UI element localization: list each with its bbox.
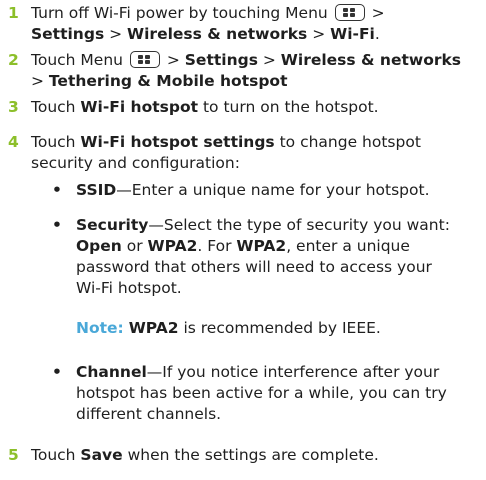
security-wpa2: WPA2 <box>147 237 198 255</box>
bullet-line: password that others will need to access… <box>76 258 432 276</box>
step-4-text: Touch <box>31 133 81 151</box>
step-2-text: Touch Menu <box>31 51 123 69</box>
step-3-text-end: to turn on the hotspot. <box>198 98 379 116</box>
bullet-text: or <box>121 237 148 255</box>
separator: > <box>161 51 185 69</box>
bullet-text: , enter a unique <box>286 237 410 255</box>
bullet-line: hotspot has been active for a while, you… <box>76 384 447 402</box>
note: Note: WPA2 is recommended by IEEE. <box>76 318 476 339</box>
note-label: Note: <box>76 319 124 337</box>
menu-path-settings: Settings <box>31 25 105 43</box>
bullet-dot: • <box>52 363 62 381</box>
step-3-text: Touch <box>31 98 81 116</box>
menu-path-settings: Settings <box>184 51 258 69</box>
step-1-line-1: Turn off Wi-Fi power by touching Menu > <box>31 3 471 24</box>
wifi-hotspot-label: Wi-Fi hotspot <box>80 98 199 116</box>
step-2-line-2: > Tethering & Mobile hotspot <box>31 71 471 92</box>
menu-path-tethering: Tethering & Mobile hotspot <box>48 72 288 90</box>
wifi-hotspot-settings-label: Wi-Fi hotspot settings <box>80 133 275 151</box>
menu-key-icon <box>334 4 365 21</box>
bullet-term: Security <box>76 216 149 234</box>
step-4-line-1: Touch Wi-Fi hotspot settings to change h… <box>31 132 471 153</box>
separator: > <box>307 25 331 43</box>
save-label: Save <box>80 446 123 464</box>
bullet-dot: • <box>52 181 62 199</box>
step-5-text-end: when the settings are complete. <box>122 446 379 464</box>
step-2-line-1: Touch Menu > Settings > Wireless & netwo… <box>31 50 471 71</box>
step-1-line-2: Settings > Wireless & networks > Wi-Fi. <box>31 24 471 45</box>
menu-key-icon <box>129 51 160 68</box>
step-number: 5 <box>8 446 19 464</box>
note-wpa2: WPA2 <box>128 319 179 337</box>
separator: > <box>104 25 128 43</box>
period: . <box>374 25 380 43</box>
bullet-line: different channels. <box>76 405 222 423</box>
separator: > <box>366 4 385 22</box>
step-number: 2 <box>8 51 19 69</box>
step-4-text-end: to change hotspot <box>274 133 421 151</box>
step-4-line-2: security and configuration: <box>31 154 240 172</box>
step-1-text: Turn off Wi-Fi power by touching Menu <box>31 4 328 22</box>
bullet-term: SSID <box>76 181 117 199</box>
bullet-dot: • <box>52 216 62 234</box>
bullet-term: Channel <box>76 363 147 381</box>
menu-path-wifi: Wi-Fi <box>330 25 375 43</box>
menu-path-wireless: Wireless & networks <box>280 51 462 69</box>
menu-path-wireless: Wireless & networks <box>127 25 308 43</box>
bullet-line: Open or WPA2. For WPA2, enter a unique <box>76 236 486 257</box>
bullet-text: —Select the type of security you want: <box>148 216 450 234</box>
bullet-text: —Enter a unique name for your hotspot. <box>116 181 430 199</box>
security-wpa2: WPA2 <box>236 237 287 255</box>
step-5-text: Touch <box>31 446 81 464</box>
note-text: is recommended by IEEE. <box>178 319 381 337</box>
bullet-text: . For <box>197 237 237 255</box>
security-open: Open <box>76 237 122 255</box>
step-number: 4 <box>8 133 19 151</box>
bullet-text: —If you notice interference after your <box>146 363 440 381</box>
bullet-line: Wi-Fi hotspot. <box>76 279 182 297</box>
separator: > <box>257 51 281 69</box>
bullet-line: Security—Select the type of security you… <box>76 215 486 236</box>
separator: > <box>31 72 49 90</box>
step-number: 1 <box>8 4 19 22</box>
bullet-line: Channel—If you notice interference after… <box>76 362 486 383</box>
step-number: 3 <box>8 98 19 116</box>
instructions-page: 1 Turn off Wi-Fi power by touching Menu … <box>0 0 486 480</box>
